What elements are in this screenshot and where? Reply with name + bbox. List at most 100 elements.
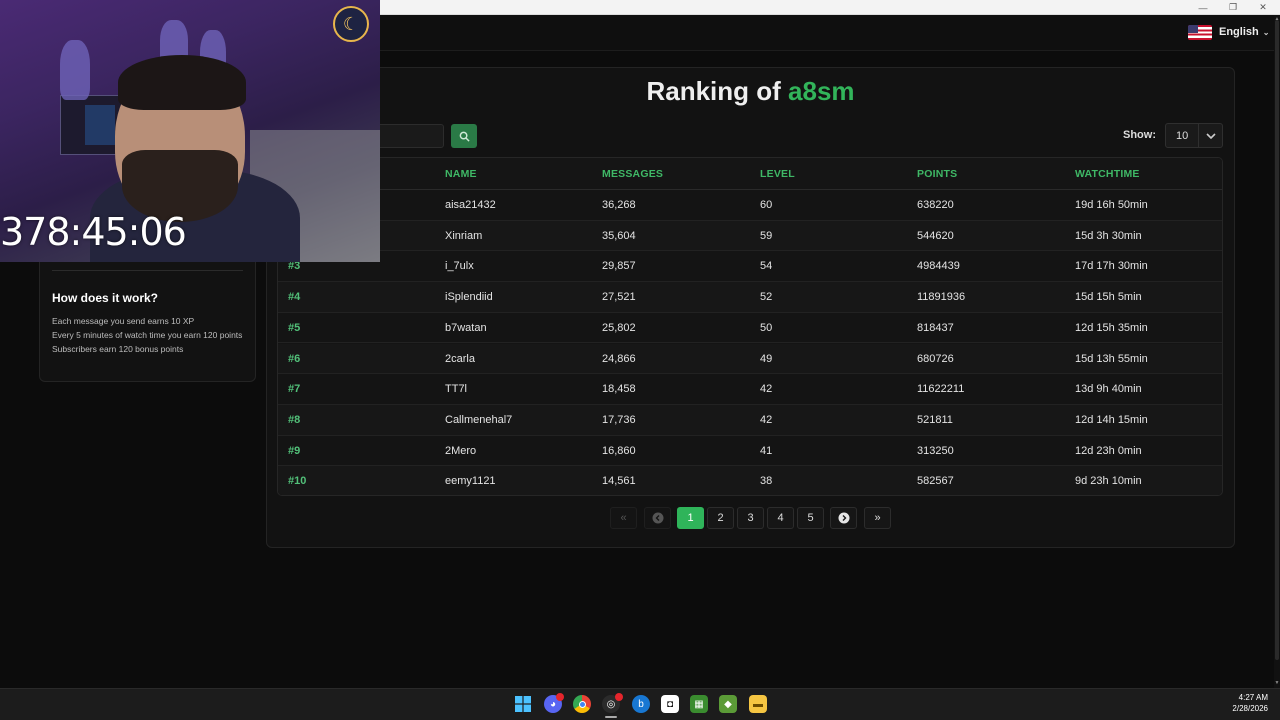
roblox-icon[interactable]: ◘ bbox=[661, 695, 679, 713]
table-row[interactable]: #10 eemy1121 14,561 38 582567 9d 23h 10min bbox=[278, 466, 1222, 495]
cell-name[interactable]: 2Mero bbox=[445, 445, 476, 457]
leaderboard-table: NAME MESSAGES LEVEL POINTS WATCHTIME #1a… bbox=[277, 157, 1223, 496]
col-points[interactable]: POINTS bbox=[917, 168, 957, 180]
cell-messages: 27,521 bbox=[602, 291, 636, 304]
cell-watchtime: 19d 16h 50min bbox=[1075, 199, 1148, 211]
maximize-button[interactable]: ❐ bbox=[1218, 0, 1248, 15]
table-row[interactable]: #8 Callmenehal7 17,736 42 521811 12d 14h 15mi… bbox=[278, 404, 1222, 436]
language-label: English bbox=[1219, 26, 1259, 38]
cell-name[interactable]: eemy1121 bbox=[445, 475, 496, 487]
cell-level: 42 bbox=[760, 383, 773, 396]
notification-badge bbox=[556, 693, 564, 701]
table-row[interactable]: #9 2Mero 16,860 41 313250 12d 23h 0min bbox=[278, 436, 1222, 467]
scroll-up-icon[interactable]: ▲ bbox=[1274, 16, 1280, 22]
cell-name[interactable]: b7watan bbox=[445, 322, 487, 334]
table-row[interactable]: #1aisa2143236,2686063822019d 16h 50min bbox=[278, 190, 1222, 221]
prev-page-button[interactable] bbox=[644, 507, 671, 529]
cell-messages: 29,857 bbox=[602, 260, 636, 273]
cell-level: 60 bbox=[760, 199, 773, 211]
windows-start-icon[interactable] bbox=[514, 695, 532, 713]
page-5-button[interactable]: 5 bbox=[797, 507, 824, 529]
taskbar-clock[interactable]: 4:27 AM 2/28/2026 bbox=[1218, 692, 1268, 714]
cell-points: 313250 bbox=[917, 444, 954, 457]
cell-watchtime: 12d 23h 0min bbox=[1075, 444, 1142, 457]
cell-name[interactable]: TT7l bbox=[445, 383, 467, 395]
cell-rank: #9 bbox=[288, 444, 301, 457]
table-row[interactable]: #2Xinriam35,6045954462015d 3h 30min bbox=[278, 220, 1222, 252]
next-page-button[interactable] bbox=[830, 507, 857, 529]
cell-rank: #6 bbox=[288, 352, 301, 365]
minecraft-icon[interactable]: ▦ bbox=[690, 695, 708, 713]
show-label: Show: bbox=[1123, 129, 1156, 141]
cell-level: 49 bbox=[760, 352, 773, 365]
notification-badge bbox=[615, 693, 623, 701]
cell-points: 582567 bbox=[917, 475, 954, 488]
close-button[interactable]: ✕ bbox=[1248, 0, 1278, 15]
table-row[interactable]: #3 i_7ulx 29,857 54 4984439 17d 17h 30min bbox=[278, 251, 1222, 283]
chevron-down-icon: ⌄ bbox=[1262, 27, 1270, 37]
cell-name[interactable]: i_7ulx bbox=[445, 260, 474, 272]
col-level[interactable]: LEVEL bbox=[760, 168, 795, 180]
bing-icon[interactable]: b bbox=[632, 695, 650, 713]
cell-level: 52 bbox=[760, 291, 773, 304]
chevron-right-circle-icon bbox=[838, 512, 849, 524]
page-title: Ranking of a8sm bbox=[266, 76, 1235, 107]
table-row[interactable]: #6 2carla 24,866 49 680726 15d 13h 55min bbox=[278, 343, 1222, 375]
minimize-button[interactable]: — bbox=[1188, 0, 1218, 15]
page-2-button[interactable]: 2 bbox=[707, 507, 734, 529]
cell-level: 50 bbox=[760, 321, 773, 334]
table-row[interactable]: #5 b7watan 25,802 50 818437 12d 15h 35min bbox=[278, 313, 1222, 344]
cell-rank: #3 bbox=[288, 260, 301, 273]
cell-watchtime: 12d 14h 15min bbox=[1075, 413, 1148, 426]
cell-rank: #8 bbox=[288, 413, 301, 426]
cell-messages: 36,268 bbox=[602, 199, 636, 211]
how-line-watchtime: Every 5 minutes of watch time you earn 1… bbox=[52, 330, 243, 340]
last-page-button[interactable]: » bbox=[864, 507, 891, 529]
cell-points: 544620 bbox=[917, 229, 954, 242]
show-count-value: 10 bbox=[1176, 130, 1189, 142]
table-row[interactable]: #7 TT7l 18,458 42 11622211 13d 9h 40min bbox=[278, 374, 1222, 405]
cell-watchtime: 17d 17h 30min bbox=[1075, 260, 1148, 273]
us-flag-icon bbox=[1188, 24, 1212, 40]
cam-monitor bbox=[85, 105, 115, 145]
table-row[interactable]: #4 iSplendiid 27,521 52 11891936 15d 15h 5min bbox=[278, 282, 1222, 313]
page-3-button[interactable]: 3 bbox=[737, 507, 764, 529]
cell-level: 59 bbox=[760, 229, 773, 242]
scrollbar-thumb[interactable] bbox=[1275, 20, 1279, 660]
cell-name[interactable]: 2carla bbox=[445, 353, 475, 365]
cell-points: 680726 bbox=[917, 352, 954, 365]
table-header: NAME MESSAGES LEVEL POINTS WATCHTIME bbox=[278, 158, 1222, 190]
col-messages[interactable]: MESSAGES bbox=[602, 168, 663, 180]
cell-points: 11891936 bbox=[917, 291, 966, 304]
cell-messages: 17,736 bbox=[602, 413, 636, 426]
cell-watchtime: 15d 3h 30min bbox=[1075, 229, 1142, 242]
cell-name[interactable]: Xinriam bbox=[445, 230, 482, 242]
first-page-button[interactable]: « bbox=[610, 507, 637, 529]
col-name[interactable]: NAME bbox=[445, 168, 477, 180]
show-count-select[interactable]: 10 bbox=[1165, 123, 1223, 148]
cell-watchtime: 12d 15h 35min bbox=[1075, 321, 1148, 334]
cell-messages: 14,561 bbox=[602, 475, 636, 488]
language-selector[interactable]: English ⌄ bbox=[1182, 19, 1272, 45]
chrome-icon[interactable] bbox=[573, 695, 591, 713]
cell-messages: 25,802 bbox=[602, 321, 636, 334]
cell-rank: #10 bbox=[288, 475, 307, 488]
cell-name[interactable]: aisa21432 bbox=[445, 199, 496, 211]
cell-points: 818437 bbox=[917, 321, 954, 334]
search-button[interactable] bbox=[451, 124, 477, 148]
cell-name[interactable]: Callmenehal7 bbox=[445, 414, 512, 426]
cell-watchtime: 13d 9h 40min bbox=[1075, 383, 1142, 396]
scroll-down-icon[interactable]: ▼ bbox=[1274, 680, 1280, 686]
cell-name[interactable]: iSplendiid bbox=[445, 291, 493, 303]
channel-name: a8sm bbox=[788, 76, 855, 106]
file-explorer-icon[interactable]: ▬ bbox=[749, 695, 767, 713]
cell-rank: #7 bbox=[288, 383, 301, 396]
page-1-button[interactable]: 1 bbox=[677, 507, 704, 529]
cell-level: 54 bbox=[760, 260, 773, 273]
minecraft-launcher-icon[interactable]: ◆ bbox=[719, 695, 737, 713]
cell-points: 521811 bbox=[917, 413, 953, 426]
col-watchtime[interactable]: WATCHTIME bbox=[1075, 168, 1140, 180]
page-4-button[interactable]: 4 bbox=[767, 507, 794, 529]
active-app-indicator bbox=[605, 716, 617, 718]
clock-time: 4:27 AM bbox=[1238, 693, 1268, 702]
